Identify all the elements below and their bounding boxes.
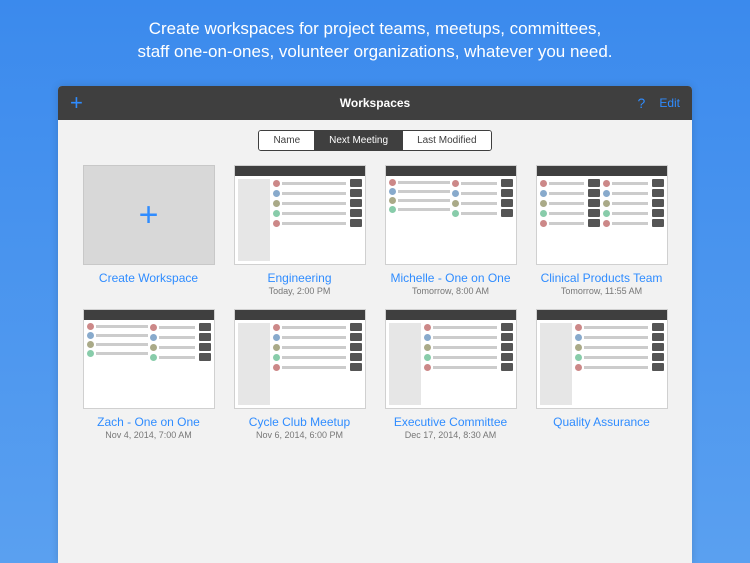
workspace-title: Clinical Products Team [541, 271, 663, 285]
workspace-card[interactable]: Executive CommitteeDec 17, 2014, 8:30 AM [380, 309, 521, 441]
app-panel: + Workspaces ? Edit Name Next Meeting La… [58, 86, 692, 563]
intro-line2: staff one-on-ones, volunteer organizatio… [60, 41, 690, 64]
workspace-subtitle: Nov 4, 2014, 7:00 AM [105, 430, 192, 441]
workspace-subtitle: Today, 2:00 PM [269, 286, 331, 297]
workspace-thumb[interactable] [385, 309, 517, 409]
toolbar: + Workspaces ? Edit [58, 86, 692, 120]
workspace-title: Michelle - One on One [390, 271, 510, 285]
workspace-card[interactable]: Clinical Products TeamTomorrow, 11:55 AM [531, 165, 672, 297]
create-workspace-thumb[interactable]: + [83, 165, 215, 265]
plus-icon: + [139, 196, 159, 235]
workspace-subtitle: Dec 17, 2014, 8:30 AM [405, 430, 497, 441]
workspace-title: Create Workspace [99, 271, 198, 285]
create-workspace-card[interactable]: + Create Workspace [78, 165, 219, 297]
page-title: Workspaces [58, 96, 692, 110]
workspace-thumb[interactable] [536, 165, 668, 265]
workspace-thumb[interactable] [234, 165, 366, 265]
sort-segment-bar: Name Next Meeting Last Modified [58, 120, 692, 159]
workspace-grid: + Create Workspace EngineeringToday, 2:00 … [58, 159, 692, 461]
workspace-card[interactable]: Quality Assurance [531, 309, 672, 441]
intro-line1: Create workspaces for project teams, mee… [60, 18, 690, 41]
workspace-title: Zach - One on One [97, 415, 200, 429]
help-button[interactable]: ? [638, 95, 646, 111]
add-button[interactable]: + [70, 92, 83, 114]
workspace-title: Cycle Club Meetup [249, 415, 350, 429]
workspace-title: Engineering [267, 271, 331, 285]
workspace-thumb[interactable] [234, 309, 366, 409]
segment-next-meeting[interactable]: Next Meeting [315, 131, 403, 150]
workspace-thumb[interactable] [385, 165, 517, 265]
workspace-title: Executive Committee [394, 415, 507, 429]
workspace-subtitle: Tomorrow, 11:55 AM [561, 286, 642, 297]
workspace-subtitle: Tomorrow, 8:00 AM [412, 286, 489, 297]
workspace-thumb[interactable] [83, 309, 215, 409]
workspace-card[interactable]: Zach - One on OneNov 4, 2014, 7:00 AM [78, 309, 219, 441]
edit-button[interactable]: Edit [659, 96, 680, 110]
workspace-card[interactable]: EngineeringToday, 2:00 PM [229, 165, 370, 297]
workspace-card[interactable]: Cycle Club MeetupNov 6, 2014, 6:00 PM [229, 309, 370, 441]
workspace-title: Quality Assurance [553, 415, 650, 429]
segment-name[interactable]: Name [259, 131, 315, 150]
workspace-thumb[interactable] [536, 309, 668, 409]
workspace-card[interactable]: Michelle - One on OneTomorrow, 8:00 AM [380, 165, 521, 297]
workspace-subtitle: Nov 6, 2014, 6:00 PM [256, 430, 343, 441]
intro-text: Create workspaces for project teams, mee… [0, 0, 750, 78]
segment-last-modified[interactable]: Last Modified [403, 131, 490, 150]
